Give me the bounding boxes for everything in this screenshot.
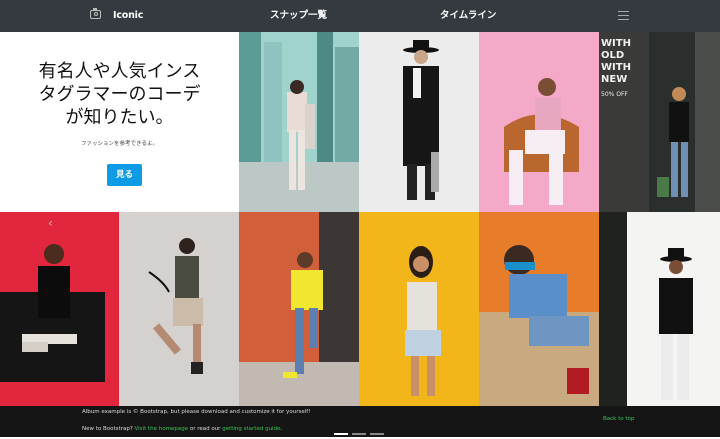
chevron-left-icon[interactable]: ‹ [48,216,53,230]
hero-title-line: が知りたい。 [65,107,174,128]
woman-pink-chair-photo[interactable] [479,32,599,212]
back-to-top-link[interactable]: Back to top [603,416,634,422]
man-black-coat-hat-photo[interactable] [359,32,479,212]
hero-panel: 有名人や人気インス タグラマーのコーデ が知りたい。 ファッションを参考できるよ… [0,32,239,212]
man-sunglasses-crouching-photo[interactable] [479,212,599,406]
storefront-woman-photo[interactable]: WITH OLD WITH NEW 50% OFF [599,32,720,212]
carousel-indicators [334,420,388,439]
store-sign-text: 50% OFF [601,91,628,98]
hero-subtitle: ファッションを参考できるよ。 [81,141,158,147]
store-sign-text: WITH [601,38,631,49]
nav-link-snap-list[interactable]: スナップ一覧 [270,0,327,32]
brand-name: Iconic [113,10,144,21]
homepage-link[interactable]: Visit the homepage [135,426,189,432]
footer-copyright: Album example is © Bootstrap, but please… [82,409,311,415]
carousel-indicator[interactable] [370,433,384,435]
footer-text: . [280,426,283,432]
footer-text: or read our [188,426,223,432]
man-yellow-shirt-orange-wall-photo[interactable] [239,212,359,406]
city-skyline-woman-photo[interactable] [239,32,359,212]
footer: Album example is © Bootstrap, but please… [0,406,720,437]
carousel-indicator[interactable] [334,433,348,435]
man-black-hat-white-wall-photo[interactable] [599,212,720,406]
camera-icon [90,7,101,19]
getting-started-link[interactable]: getting started guide [222,426,280,432]
hero-title: 有名人や人気インス タグラマーのコーデ が知りたい。 [0,60,239,129]
hero-title-line: タグラマーのコーデ [38,84,201,105]
woman-yellow-wall-photo[interactable] [359,212,479,406]
hero-title-line: 有名人や人気インス [38,61,201,82]
brand-link[interactable]: Iconic [90,0,143,32]
woman-jumping-photo[interactable] [119,212,239,406]
footer-links-line: New to Bootstrap? Visit the homepage or … [82,426,282,432]
man-red-wall-sofa-photo[interactable] [0,212,119,406]
nav-link-timeline[interactable]: タイムライン [440,0,496,32]
view-button[interactable]: 見る [107,164,142,186]
top-navbar: Iconic スナップ一覧 タイムライン [0,0,720,32]
hamburger-menu-icon[interactable] [618,11,629,21]
store-sign-text: WITH [601,62,631,73]
footer-text: New to Bootstrap? [82,426,135,432]
store-sign-text: OLD [601,50,624,61]
store-sign-text: NEW [601,74,627,85]
carousel-indicator[interactable] [352,433,366,435]
